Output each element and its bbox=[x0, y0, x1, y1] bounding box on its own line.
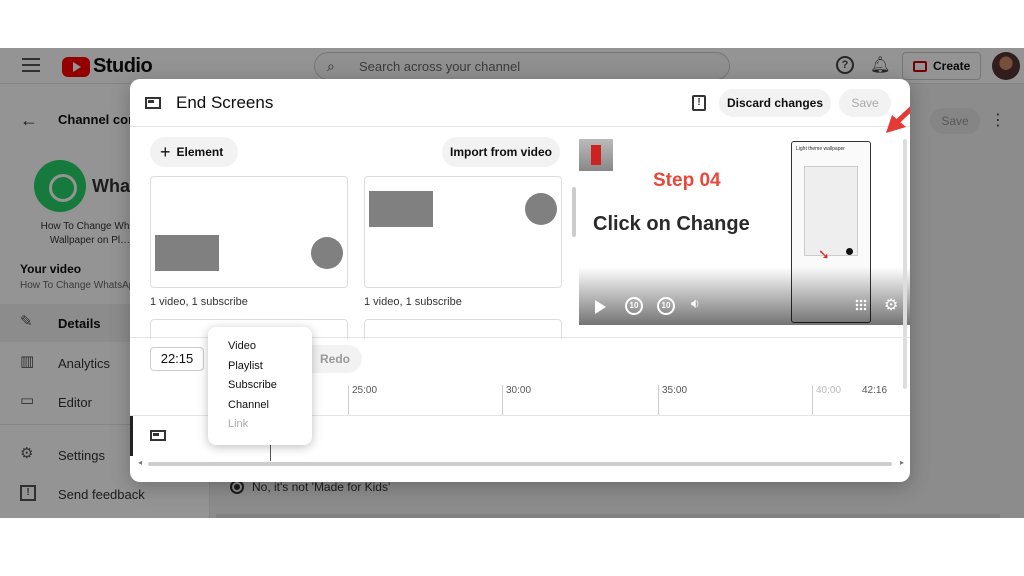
import-from-video-button[interactable]: Import from video bbox=[442, 137, 560, 167]
phone-header: Light theme wallpaper bbox=[796, 146, 845, 152]
discard-changes-button[interactable]: Discard changes bbox=[719, 89, 831, 117]
step-label: Step 04 bbox=[653, 170, 721, 191]
timeline-end-tick: 42:16 bbox=[862, 385, 888, 396]
scrollbar-thumb[interactable] bbox=[148, 462, 892, 466]
preview-headline: Click on Change bbox=[593, 213, 750, 235]
rewind-10-icon[interactable]: 10 bbox=[625, 297, 643, 315]
timeline-tick: 40:00 bbox=[812, 385, 841, 415]
scroll-right-icon[interactable]: ▸ bbox=[900, 458, 904, 467]
timeline-tick: 35:00 bbox=[658, 385, 687, 415]
end-screen-icon bbox=[145, 97, 161, 109]
end-screens-dialog: End Screens ! Discard changes Save + Elem… bbox=[130, 79, 910, 482]
dialog-title: End Screens bbox=[176, 93, 274, 112]
subscribe-placeholder bbox=[311, 237, 343, 269]
template-label: 1 video, 1 subscribe bbox=[364, 296, 462, 308]
dialog-scrollbar[interactable] bbox=[903, 139, 907, 389]
timeline-scrollbar[interactable]: ◂ ▸ bbox=[138, 458, 904, 467]
menu-item-video[interactable]: Video bbox=[208, 337, 312, 357]
timeline-tick: 30:00 bbox=[502, 385, 531, 415]
studio-screen: Studio ⌕ Search across your channel ? 🔔︎… bbox=[0, 48, 1024, 518]
menu-item-subscribe[interactable]: Subscribe bbox=[208, 376, 312, 396]
add-element-button[interactable]: + Element bbox=[150, 137, 238, 167]
video-preview[interactable]: Step 04 Click on Change Light theme wall… bbox=[579, 127, 910, 325]
dialog-header: End Screens ! Discard changes Save bbox=[130, 79, 910, 127]
volume-icon[interactable]: 🔉︎ bbox=[691, 295, 700, 312]
plus-icon: + bbox=[160, 142, 171, 162]
current-time-field[interactable]: 22:15 bbox=[150, 347, 204, 371]
forward-10-icon[interactable]: 10 bbox=[657, 297, 675, 315]
play-icon[interactable] bbox=[595, 300, 606, 314]
creator-thumbnail bbox=[579, 139, 613, 171]
phone-dot bbox=[846, 248, 853, 255]
element-label: Element bbox=[176, 145, 224, 159]
menu-item-link: Link bbox=[228, 418, 249, 430]
menu-item-channel[interactable]: Channel bbox=[208, 396, 312, 416]
subscribe-placeholder bbox=[525, 193, 557, 225]
settings-gear-icon[interactable]: ⚙ bbox=[884, 295, 898, 315]
menu-item-playlist[interactable]: Playlist bbox=[208, 357, 312, 377]
template-card[interactable] bbox=[150, 176, 348, 288]
end-screen-icon bbox=[150, 430, 166, 441]
pointer-arrow-icon: ➘ bbox=[818, 246, 830, 262]
template-card[interactable] bbox=[364, 176, 562, 288]
phone-screen bbox=[804, 166, 858, 256]
timeline-tick: 25:00 bbox=[348, 385, 377, 415]
video-placeholder bbox=[369, 191, 433, 227]
grid-icon[interactable] bbox=[855, 299, 867, 311]
video-placeholder bbox=[155, 235, 219, 271]
template-card[interactable] bbox=[364, 319, 562, 339]
element-menu: Video Playlist Subscribe Channel Link bbox=[208, 327, 312, 445]
save-button[interactable]: Save bbox=[839, 89, 891, 117]
track-marker bbox=[130, 416, 133, 456]
feedback-icon[interactable]: ! bbox=[692, 95, 706, 111]
templates-scrollbar[interactable] bbox=[570, 177, 578, 337]
scroll-left-icon[interactable]: ◂ bbox=[138, 458, 142, 467]
controls-gradient bbox=[579, 267, 910, 325]
template-label: 1 video, 1 subscribe bbox=[150, 296, 248, 308]
